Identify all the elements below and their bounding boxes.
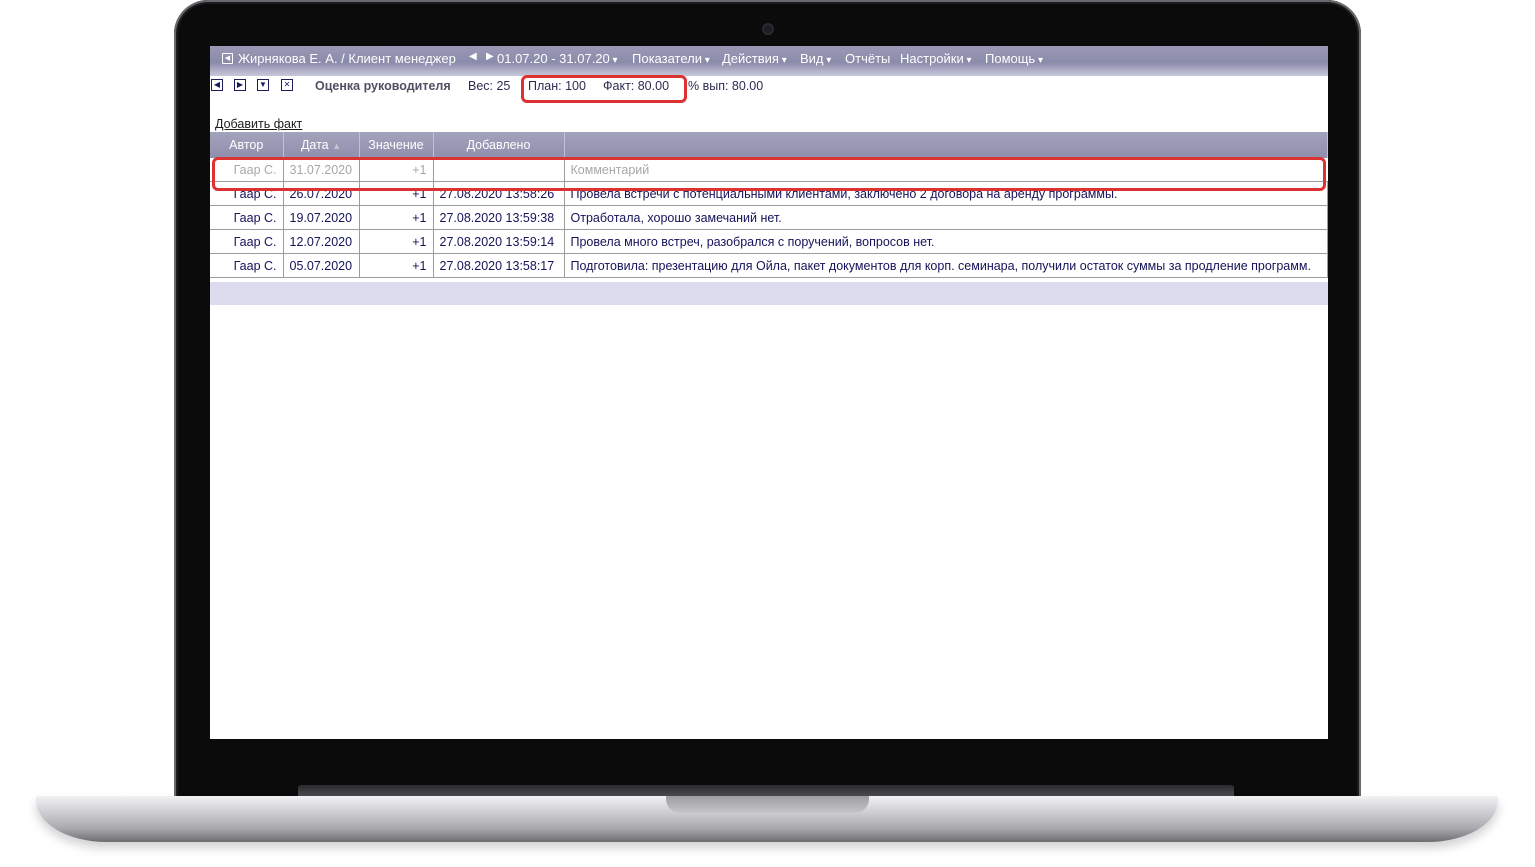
- table-row[interactable]: Гаар С. 19.07.2020 +1 27.08.2020 13:59:3…: [210, 205, 1328, 230]
- cell-date: 05.07.2020: [283, 253, 360, 278]
- cell-date: 19.07.2020: [283, 205, 360, 230]
- menu-actions[interactable]: Действия: [722, 51, 787, 66]
- cell-added: 27.08.2020 13:58:17: [433, 253, 565, 278]
- cell-added: 27.08.2020 13:59:38: [433, 205, 565, 230]
- top-bar: ◀ Жирнякова Е. А. / Клиент менеджер ◀ ▶ …: [210, 46, 1328, 76]
- cell-value: +1: [359, 229, 434, 254]
- cell-date: 12.07.2020: [283, 229, 360, 254]
- indicator-percent: % вып: 80.00: [688, 79, 764, 93]
- col-added[interactable]: Добавлено: [433, 132, 565, 158]
- facts-table: Автор Дата ▲ Значение Добавлено Гаар С. …: [210, 132, 1328, 278]
- indicator-weight: Вес: 25: [468, 79, 511, 93]
- app-screen: ◀ Жирнякова Е. А. / Клиент менеджер ◀ ▶ …: [210, 46, 1328, 739]
- camera: [764, 25, 772, 33]
- cell-comment: Провела много встреч, разобрался с поруч…: [564, 229, 1328, 254]
- menu-settings[interactable]: Настройки: [900, 51, 972, 66]
- cell-author: Гаар С.: [210, 229, 284, 254]
- col-comment: [564, 132, 1328, 158]
- period-selector[interactable]: 01.07.20 - 31.07.20: [497, 51, 618, 66]
- menu-view[interactable]: Вид: [800, 51, 831, 66]
- col-date-label: Дата: [300, 138, 329, 152]
- indicator-name: Оценка руководителя: [315, 79, 451, 93]
- prev-period-icon[interactable]: ◀: [469, 51, 477, 62]
- col-author[interactable]: Автор: [210, 132, 284, 158]
- table-row[interactable]: Гаар С. 05.07.2020 +1 27.08.2020 13:58:1…: [210, 253, 1328, 278]
- cell-value: +1: [359, 253, 434, 278]
- add-fact-link[interactable]: Добавить факт: [215, 117, 302, 131]
- menu-reports[interactable]: Отчёты: [845, 51, 890, 66]
- draft-row-highlight: [212, 157, 1326, 191]
- cell-added: 27.08.2020 13:59:14: [433, 229, 565, 254]
- next-period-icon[interactable]: ▶: [486, 51, 494, 62]
- next-icon[interactable]: ▶: [234, 79, 246, 91]
- laptop-notch: [666, 796, 869, 813]
- cell-comment: Подготовила: презентацию для Ойла, пакет…: [564, 253, 1328, 278]
- table-footer: [210, 282, 1328, 305]
- cell-author: Гаар С.: [210, 205, 284, 230]
- plan-fact-highlight: [521, 75, 687, 103]
- cell-comment: Отработала, хорошо замечаний нет.: [564, 205, 1328, 230]
- menu-indicators[interactable]: Показатели: [632, 51, 710, 66]
- cell-author: Гаар С.: [210, 253, 284, 278]
- user-title[interactable]: Жирнякова Е. А. / Клиент менеджер: [238, 51, 456, 66]
- col-date[interactable]: Дата ▲: [283, 132, 360, 158]
- indicator-row: ◀ ▶ ▼ ✕ Оценка руководителя Вес: 25 План…: [210, 79, 1328, 99]
- first-icon[interactable]: ◀: [211, 79, 223, 91]
- col-value[interactable]: Значение: [359, 132, 434, 158]
- table-header: Автор Дата ▲ Значение Добавлено: [210, 132, 1328, 158]
- back-icon[interactable]: ◀: [222, 53, 233, 64]
- table-row[interactable]: Гаар С. 12.07.2020 +1 27.08.2020 13:59:1…: [210, 229, 1328, 254]
- expand-icon[interactable]: ▼: [257, 79, 269, 91]
- close-icon[interactable]: ✕: [281, 79, 293, 91]
- sort-asc-icon: ▲: [332, 141, 342, 151]
- laptop-hinge: [298, 785, 1234, 796]
- menu-help[interactable]: Помощь: [985, 51, 1043, 66]
- cell-value: +1: [359, 205, 434, 230]
